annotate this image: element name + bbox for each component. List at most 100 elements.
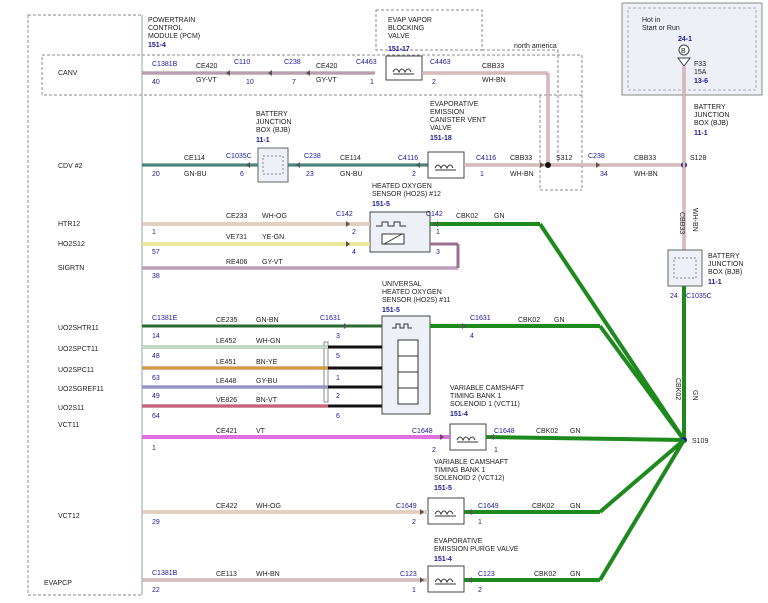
wire-ce420-a: CE420 bbox=[196, 63, 218, 70]
wire-purge-gnd-diag bbox=[598, 438, 686, 582]
wire-yegn: YE-GN bbox=[262, 234, 284, 241]
wire-ce420-b: CE420 bbox=[316, 63, 338, 70]
evap-vapor-3: VALVE bbox=[388, 33, 410, 40]
ho2s12-ref: 151-5 bbox=[372, 201, 390, 208]
wire-whog-b: WH-OG bbox=[256, 503, 281, 510]
wire-gnbn: GN-BN bbox=[256, 317, 279, 324]
pin-57: 57 bbox=[152, 249, 160, 256]
wire-ce421: CE421 bbox=[216, 428, 238, 435]
hot-line-1: Hot in bbox=[642, 17, 660, 24]
fuse-name: F33 bbox=[694, 61, 706, 68]
wire-vct12-gnd-diag bbox=[598, 438, 686, 514]
wire-gn-d: GN bbox=[570, 503, 581, 510]
vct12-2: TIMING BANK 1 bbox=[434, 467, 485, 474]
wire-gnbu-b: GN-BU bbox=[340, 171, 363, 178]
signal-uo2spc11: UO2SPC11 bbox=[58, 367, 94, 374]
wire-gyvt-c: GY-VT bbox=[262, 259, 283, 266]
conn-c1035c-a: C1035C bbox=[226, 153, 252, 160]
pin-1-htr12: 1 bbox=[152, 229, 156, 236]
conn-c110: C110 bbox=[234, 59, 250, 66]
pin-48: 48 bbox=[152, 353, 160, 360]
signal-ho2s12: HO2S12 bbox=[58, 241, 85, 248]
wire-re406: RE406 bbox=[226, 259, 248, 266]
pin-49: 49 bbox=[152, 393, 160, 400]
wire-ce114-b: CE114 bbox=[340, 155, 361, 162]
signal-cdv2: CDV #2 bbox=[58, 163, 83, 170]
pin-7: 7 bbox=[292, 79, 296, 86]
pin-5: 5 bbox=[336, 353, 340, 360]
pin-2-purge: 2 bbox=[478, 587, 482, 594]
bjb-left-1: BATTERY bbox=[256, 111, 288, 118]
pin-1-purge: 1 bbox=[412, 587, 416, 594]
vct11-1: VARIABLE CAMSHAFT bbox=[450, 385, 525, 392]
pin-1-gnd12: 1 bbox=[436, 229, 440, 236]
wire-gnbu-a: GN-BU bbox=[184, 171, 207, 178]
wire-ce233: CE233 bbox=[226, 213, 248, 220]
signal-canv: CANV bbox=[58, 70, 78, 77]
wire-vct11-gnd bbox=[485, 435, 685, 442]
wire-cbk02-a: CBK02 bbox=[456, 213, 478, 220]
wire-gn-a: GN bbox=[494, 213, 505, 220]
pin-1-vct11-gnd: 1 bbox=[494, 447, 498, 454]
pin-1-cdv: 1 bbox=[480, 171, 484, 178]
purge-1: EVAPORATIVE bbox=[434, 538, 483, 545]
pin-24: 24 bbox=[670, 293, 678, 300]
bjb-left-3: BOX (BJB) bbox=[256, 127, 290, 134]
wiring-diagram: POWERTRAIN CONTROL MODULE (PCM) 151-4 CA… bbox=[27, 2, 763, 596]
conn-c1649-b: C1649 bbox=[478, 503, 499, 510]
signal-uo2s11: UO2S11 bbox=[58, 405, 84, 412]
pin-38: 38 bbox=[152, 273, 160, 280]
signal-uo2shtr11: UO2SHTR11 bbox=[58, 325, 99, 332]
conn-c1649-a: C1649 bbox=[396, 503, 417, 510]
fuse-ref: 13-6 bbox=[694, 78, 708, 85]
signal-sigrtn: SIGRTN bbox=[58, 265, 84, 272]
wire-gybu: GY-BU bbox=[256, 378, 278, 385]
bjb-rm-3: BOX (BJB) bbox=[708, 269, 742, 276]
pin-1-canv: 1 bbox=[370, 79, 374, 86]
bjb-rt-2: JUNCTION bbox=[694, 112, 729, 119]
pin-40: 40 bbox=[152, 79, 160, 86]
wire-whog-a: WH-OG bbox=[262, 213, 287, 220]
wire-whgn: WH-GN bbox=[256, 338, 281, 345]
wire-cbb33-v: CBB33 bbox=[678, 212, 685, 234]
canister-2: EMISSION bbox=[430, 109, 464, 116]
conn-c1381b-canv: C1381B bbox=[152, 61, 178, 68]
conn-c1381e: C1381E bbox=[152, 315, 178, 322]
pcm-title-1: POWERTRAIN bbox=[148, 17, 195, 24]
bjb-left-2: JUNCTION bbox=[256, 119, 291, 126]
signal-htr12: HTR12 bbox=[58, 221, 80, 228]
conn-c1631-b: C1631 bbox=[470, 315, 491, 322]
ho2s12-2: SENSOR (HO2S) #12 bbox=[372, 191, 441, 198]
bjb-rt-ref: 11-1 bbox=[694, 130, 708, 137]
conn-c123-b: C123 bbox=[478, 571, 495, 578]
wire-whbn-d: WH-BN bbox=[256, 571, 280, 578]
wire-cbb33-c: CBB33 bbox=[634, 155, 656, 162]
vct12-solenoid bbox=[427, 497, 465, 525]
vct11-ref: 151-4 bbox=[450, 411, 468, 418]
pin-6: 6 bbox=[240, 171, 244, 178]
pin-3-uo2: 3 bbox=[336, 333, 340, 340]
pin-2-cdv: 2 bbox=[412, 171, 416, 178]
pin-10: 10 bbox=[246, 79, 254, 86]
splice-s312 bbox=[545, 162, 551, 168]
ho2s12-1: HEATED OXYGEN bbox=[372, 183, 432, 190]
wire-le451: LE451 bbox=[216, 359, 236, 366]
wire-vt: VT bbox=[256, 428, 266, 435]
wire-cbk02-e: CBK02 bbox=[534, 571, 556, 578]
conn-c238-b: C238 bbox=[304, 153, 321, 160]
conn-c4463-b: C4463 bbox=[430, 59, 451, 66]
wire-gn-b: GN bbox=[554, 317, 565, 324]
wire-ce422: CE422 bbox=[216, 503, 238, 510]
conn-c1648-b: C1648 bbox=[494, 428, 515, 435]
wire-bnvt: BN-VT bbox=[256, 397, 278, 404]
canister-1: EVAPORATIVE bbox=[430, 101, 479, 108]
wire-uho2s11-gnd-diag bbox=[598, 324, 686, 442]
evap-vapor-2: BLOCKING bbox=[388, 25, 424, 32]
wire-gn-c: GN bbox=[570, 428, 581, 435]
canister-valve bbox=[427, 151, 465, 179]
pin-22: 22 bbox=[152, 587, 160, 594]
pin-1-vct11: 1 bbox=[152, 445, 156, 452]
bjb-rt-3: BOX (BJB) bbox=[694, 120, 728, 127]
conn-c1648-a: C1648 bbox=[412, 428, 433, 435]
wire-ce114-a: CE114 bbox=[184, 155, 205, 162]
